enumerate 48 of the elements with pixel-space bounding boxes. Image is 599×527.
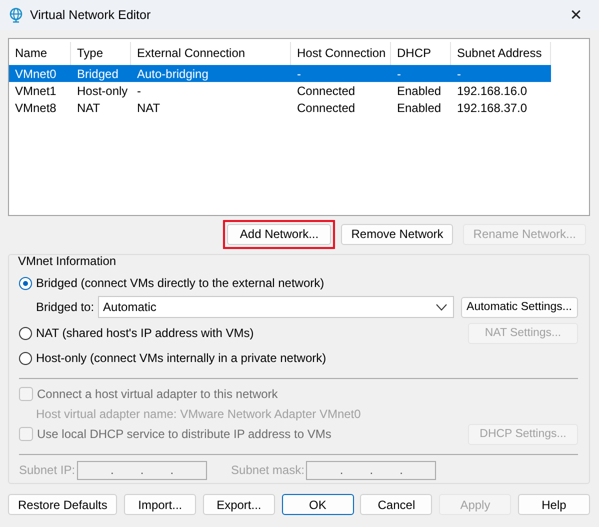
table-cell-text: Bridged [76, 66, 120, 80]
table-cell-text: - [456, 66, 462, 80]
table-row[interactable]: VMnet8 NAT NAT Connected Enabled 192.168.37.0 [9, 99, 551, 116]
table-cell-text: Enabled [396, 84, 442, 98]
table-cell-text: Host-only [76, 84, 129, 98]
button[interactable]: Import... [124, 494, 196, 515]
table-cell-text: Auto-bridging [136, 66, 210, 80]
ip-address-field[interactable]: . . . [77, 460, 208, 480]
table-cell-text: VMnet0 [14, 66, 58, 80]
table-cell-text: NAT [76, 100, 102, 114]
table-cell-text: - [296, 66, 302, 80]
table-cell-text: Connected [296, 84, 356, 98]
window-title: Virtual Network Editor [30, 8, 152, 22]
table-cell-text: - [136, 84, 142, 98]
table-cell-text: - [396, 66, 402, 80]
radio-label[interactable]: NAT (shared host's IP address with VMs) [36, 326, 254, 340]
radio-button[interactable] [19, 326, 32, 340]
table-cell-text: VMnet8 [14, 100, 58, 114]
button[interactable]: Automatic Settings... [460, 296, 578, 318]
table-cell-text: Enabled [396, 100, 442, 114]
radio-button[interactable] [19, 276, 32, 290]
button[interactable]: Export... [202, 494, 275, 515]
globe-icon [8, 7, 24, 23]
adapter-name: Host virtual adapter name: VMware Network Adapter VMnet0 [35, 406, 362, 423]
table-cell-text: Connected [296, 100, 356, 114]
chevron-icon [436, 304, 447, 310]
button[interactable]: Remove Network [341, 224, 454, 244]
radio-label[interactable]: Bridged (connect VMs directly to the external network) [36, 276, 324, 290]
button[interactable]: OK [282, 494, 354, 515]
button[interactable]: Help [518, 494, 590, 515]
radio-button[interactable] [19, 352, 32, 364]
group-title: VMnet Information [18, 254, 118, 269]
field-label: Subnet mask: [231, 463, 304, 477]
table-cell-text: NAT [136, 100, 162, 114]
table-row[interactable]: VMnet1 Host-only - Connected Enabled 192.168.16.0 [9, 82, 551, 99]
button[interactable]: Cancel [360, 494, 432, 515]
button[interactable]: Restore Defaults [8, 494, 118, 515]
field-label: Subnet IP: [19, 463, 76, 477]
table-cell-text: VMnet1 [14, 84, 58, 98]
close-button[interactable]: ✕ [553, 0, 599, 30]
table-cell-text: 192.168.37.0 [456, 100, 528, 114]
field-label: Bridged to: [36, 300, 94, 314]
button[interactable]: Add Network... [227, 224, 332, 244]
table-cell-text: 192.168.16.0 [456, 84, 528, 98]
ip-address-field[interactable]: . . . [306, 460, 436, 480]
dropdown[interactable]: Automatic [98, 296, 454, 318]
radio-label[interactable]: Host-only (connect VMs internally in a private network) [36, 351, 326, 365]
table-row[interactable]: VMnet0 Bridged Auto-bridging - - - [9, 65, 551, 82]
